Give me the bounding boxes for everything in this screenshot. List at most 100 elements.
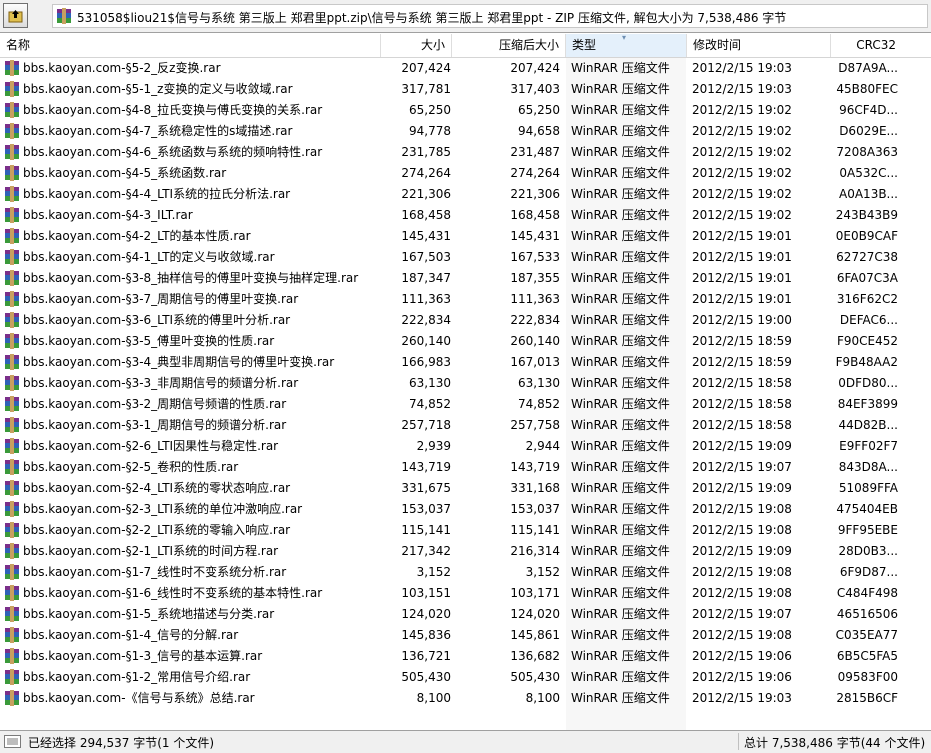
file-row[interactable]: bbs.kaoyan.com-§2-1_LTI系统的时间方程.rar 217,34… bbox=[0, 541, 931, 562]
file-crc: 51089FFA bbox=[838, 481, 898, 495]
file-name: bbs.kaoyan.com-§2-2_LTI系统的零输入响应.rar bbox=[23, 523, 291, 537]
file-row[interactable]: bbs.kaoyan.com-§3-3_非周期信号的频谱分析.rar 63,130… bbox=[0, 373, 931, 394]
column-header-size[interactable]: 大小 bbox=[381, 34, 452, 57]
file-row[interactable]: bbs.kaoyan.com-§3-4_典型非周期信号的傅里叶变换.rar 166… bbox=[0, 352, 931, 373]
rar-archive-icon bbox=[4, 123, 20, 142]
rar-archive-icon bbox=[4, 606, 20, 625]
file-size: 207,424 bbox=[401, 61, 451, 75]
file-row[interactable]: bbs.kaoyan.com-§4-5_系统函数.rar 274,264 274,2… bbox=[0, 163, 931, 184]
file-size: 231,785 bbox=[401, 145, 451, 159]
file-packed-size: 145,861 bbox=[510, 628, 560, 642]
file-row[interactable]: bbs.kaoyan.com-§5-1_z变换的定义与收敛域.rar 317,78… bbox=[0, 79, 931, 100]
file-type: WinRAR 压缩文件 bbox=[571, 271, 670, 285]
file-packed-size: 167,013 bbox=[510, 355, 560, 369]
rar-archive-icon bbox=[4, 228, 20, 247]
file-packed-size: 216,314 bbox=[510, 544, 560, 558]
file-row[interactable]: bbs.kaoyan.com-§1-7_线性时不变系统分析.rar 3,152 3,… bbox=[0, 562, 931, 583]
file-type: WinRAR 压缩文件 bbox=[571, 586, 670, 600]
file-size: 217,342 bbox=[401, 544, 451, 558]
file-row[interactable]: bbs.kaoyan.com-§2-6_LTI因果性与稳定性.rar 2,939 2… bbox=[0, 436, 931, 457]
file-size: 317,781 bbox=[401, 82, 451, 96]
file-row[interactable]: bbs.kaoyan.com-《信号与系统》总结.rar 8,100 8,100 Wi… bbox=[0, 688, 931, 709]
file-row[interactable]: bbs.kaoyan.com-§1-2_常用信号介绍.rar 505,430 505… bbox=[0, 667, 931, 688]
column-header-packed[interactable]: 压缩后大小 bbox=[452, 34, 566, 57]
column-header-modified[interactable]: 修改时间 bbox=[687, 34, 831, 57]
file-modified: 2012/2/15 19:01 bbox=[692, 229, 792, 243]
file-type: WinRAR 压缩文件 bbox=[571, 481, 670, 495]
file-row[interactable]: bbs.kaoyan.com-§3-6_LTI系统的傅里叶分析.rar 222,8… bbox=[0, 310, 931, 331]
file-row[interactable]: bbs.kaoyan.com-§1-6_线性时不变系统的基本特性.rar 103,… bbox=[0, 583, 931, 604]
file-name: bbs.kaoyan.com-§3-5_傅里叶变换的性质.rar bbox=[23, 334, 275, 348]
rar-archive-icon bbox=[4, 81, 20, 100]
file-row[interactable]: bbs.kaoyan.com-§3-5_傅里叶变换的性质.rar 260,140 2… bbox=[0, 331, 931, 352]
column-header-type-label: 类型 bbox=[572, 38, 597, 52]
file-name: bbs.kaoyan.com-§3-1_周期信号的频谱分析.rar bbox=[23, 418, 287, 432]
file-row[interactable]: bbs.kaoyan.com-§4-3_ILT.rar 168,458 168,45… bbox=[0, 205, 931, 226]
rar-archive-icon bbox=[4, 186, 20, 205]
file-size: 257,718 bbox=[401, 418, 451, 432]
file-row[interactable]: bbs.kaoyan.com-§3-7_周期信号的傅里叶变换.rar 111,36… bbox=[0, 289, 931, 310]
file-modified: 2012/2/15 19:02 bbox=[692, 208, 792, 222]
file-row[interactable]: bbs.kaoyan.com-§4-4_LTI系统的拉氏分析法.rar 221,3… bbox=[0, 184, 931, 205]
rar-archive-icon bbox=[4, 396, 20, 415]
file-row[interactable]: bbs.kaoyan.com-§3-1_周期信号的频谱分析.rar 257,718… bbox=[0, 415, 931, 436]
file-modified: 2012/2/15 19:09 bbox=[692, 439, 792, 453]
file-crc: 6FA07C3A bbox=[836, 271, 898, 285]
file-name: bbs.kaoyan.com-《信号与系统》总结.rar bbox=[23, 691, 255, 705]
file-row[interactable]: bbs.kaoyan.com-§3-2_周期信号频谱的性质.rar 74,852 7… bbox=[0, 394, 931, 415]
file-row[interactable]: bbs.kaoyan.com-§2-5_卷积的性质.rar 143,719 143,… bbox=[0, 457, 931, 478]
file-row[interactable]: bbs.kaoyan.com-§2-4_LTI系统的零状态响应.rar 331,6… bbox=[0, 478, 931, 499]
rar-archive-icon bbox=[4, 648, 20, 667]
file-packed-size: 168,458 bbox=[510, 208, 560, 222]
file-row[interactable]: bbs.kaoyan.com-§1-3_信号的基本运算.rar 136,721 13… bbox=[0, 646, 931, 667]
file-packed-size: 221,306 bbox=[510, 187, 560, 201]
file-row[interactable]: bbs.kaoyan.com-§4-1_LT的定义与收敛域.rar 167,503… bbox=[0, 247, 931, 268]
file-name-cell: bbs.kaoyan.com-§3-7_周期信号的傅里叶变换.rar bbox=[4, 289, 380, 310]
status-selected: 已经选择 294,537 字节(1 个文件) bbox=[28, 736, 215, 750]
file-packed-size: 74,852 bbox=[518, 397, 560, 411]
file-modified: 2012/2/15 19:08 bbox=[692, 523, 792, 537]
file-row[interactable]: bbs.kaoyan.com-§4-6_系统函数与系统的频响特性.rar 231,… bbox=[0, 142, 931, 163]
file-type: WinRAR 压缩文件 bbox=[571, 439, 670, 453]
file-name-cell: bbs.kaoyan.com-§4-4_LTI系统的拉氏分析法.rar bbox=[4, 184, 380, 205]
path-field[interactable]: 531058$liou21$信号与系统 第三版上 郑君里ppt.zip\信号与系… bbox=[52, 4, 928, 28]
file-type: WinRAR 压缩文件 bbox=[571, 82, 670, 96]
file-modified: 2012/2/15 19:03 bbox=[692, 82, 792, 96]
file-modified: 2012/2/15 19:02 bbox=[692, 124, 792, 138]
file-size: 2,939 bbox=[416, 439, 451, 453]
file-crc: 6F9D87... bbox=[839, 565, 898, 579]
file-list[interactable]: bbs.kaoyan.com-§5-2_反z变换.rar 207,424 207,4… bbox=[0, 58, 931, 730]
file-modified: 2012/2/15 19:09 bbox=[692, 544, 792, 558]
file-crc: 62727C38 bbox=[836, 250, 898, 264]
file-size: 94,778 bbox=[409, 124, 451, 138]
file-row[interactable]: bbs.kaoyan.com-§4-8_拉氏变换与傅氏变换的关系.rar 65,2… bbox=[0, 100, 931, 121]
file-row[interactable]: bbs.kaoyan.com-§4-7_系统稳定性的s域描述.rar 94,778… bbox=[0, 121, 931, 142]
file-name: bbs.kaoyan.com-§5-2_反z变换.rar bbox=[23, 61, 221, 75]
file-crc: A0A13B... bbox=[839, 187, 898, 201]
rar-archive-icon bbox=[4, 354, 20, 373]
file-packed-size: 231,487 bbox=[510, 145, 560, 159]
file-row[interactable]: bbs.kaoyan.com-§2-3_LTI系统的单位冲激响应.rar 153,… bbox=[0, 499, 931, 520]
file-row[interactable]: bbs.kaoyan.com-§1-4_信号的分解.rar 145,836 145,… bbox=[0, 625, 931, 646]
file-row[interactable]: bbs.kaoyan.com-§3-8_抽样信号的傅里叶变换与抽样定理.rar 1… bbox=[0, 268, 931, 289]
file-row[interactable]: bbs.kaoyan.com-§4-2_LT的基本性质.rar 145,431 14… bbox=[0, 226, 931, 247]
file-name-cell: bbs.kaoyan.com-§4-7_系统稳定性的s域描述.rar bbox=[4, 121, 380, 142]
file-modified: 2012/2/15 19:06 bbox=[692, 670, 792, 684]
file-type: WinRAR 压缩文件 bbox=[571, 502, 670, 516]
rar-archive-icon bbox=[4, 627, 20, 646]
file-size: 143,719 bbox=[401, 460, 451, 474]
column-header-crc[interactable]: CRC32 bbox=[831, 34, 931, 57]
file-modified: 2012/2/15 19:06 bbox=[692, 649, 792, 663]
file-row[interactable]: bbs.kaoyan.com-§1-5_系统地描述与分类.rar 124,020 1… bbox=[0, 604, 931, 625]
file-name-cell: bbs.kaoyan.com-§2-4_LTI系统的零状态响应.rar bbox=[4, 478, 380, 499]
file-row[interactable]: bbs.kaoyan.com-§5-2_反z变换.rar 207,424 207,4… bbox=[0, 58, 931, 79]
file-size: 111,363 bbox=[401, 292, 451, 306]
column-header-name[interactable]: 名称 bbox=[0, 34, 381, 57]
file-crc: 475404EB bbox=[836, 502, 898, 516]
file-row[interactable]: bbs.kaoyan.com-§2-2_LTI系统的零输入响应.rar 115,1… bbox=[0, 520, 931, 541]
column-header-type[interactable]: ▾ 类型 bbox=[566, 34, 687, 57]
up-folder-button[interactable] bbox=[3, 3, 28, 28]
file-name-cell: bbs.kaoyan.com-§3-5_傅里叶变换的性质.rar bbox=[4, 331, 380, 352]
file-packed-size: 222,834 bbox=[510, 313, 560, 327]
file-size: 3,152 bbox=[416, 565, 451, 579]
